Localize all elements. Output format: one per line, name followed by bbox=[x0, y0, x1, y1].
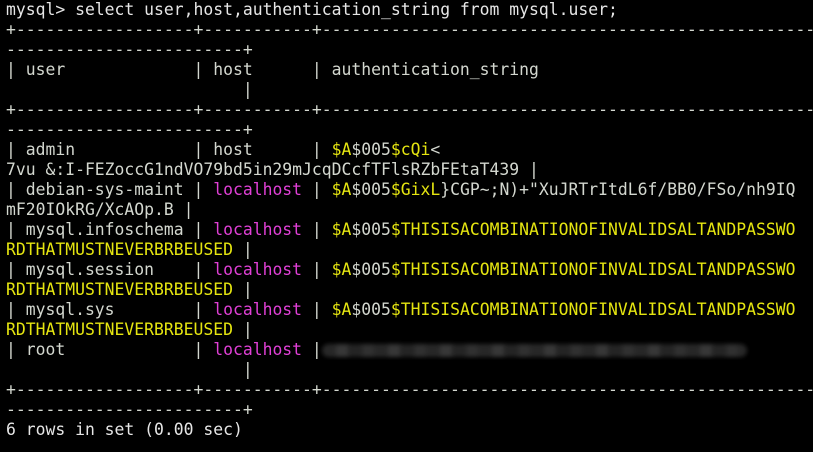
terminal-text-segment: +------------------+-----------+--------… bbox=[6, 20, 813, 39]
terminal-text-segment: ------------------------+ bbox=[6, 40, 253, 59]
terminal-text-segment: RDTHATMUSTNEVERBRBEUSED bbox=[6, 280, 233, 299]
terminal-text-segment: | admin | host | bbox=[6, 140, 332, 159]
terminal-line: mF20IOkRG/XcAOp.B | bbox=[6, 200, 813, 220]
terminal-text-segment: | bbox=[302, 300, 332, 319]
terminal-line: RDTHATMUSTNEVERBRBEUSED | bbox=[6, 280, 813, 300]
terminal-text-segment: | mysql.session | bbox=[6, 260, 214, 279]
terminal-text-segment: | bbox=[232, 280, 253, 299]
terminal-text-segment: localhost bbox=[213, 220, 303, 239]
terminal-text-segment: +------------------+-----------+--------… bbox=[6, 380, 813, 399]
terminal-text-segment: $THISISACOMBINATIONOFINVALIDSALTANDPASSW… bbox=[390, 220, 796, 239]
terminal-text-segment: }CGP~;N)+"XuJRTrItdL6f/BB0/FSo/nh9IQ bbox=[440, 180, 796, 199]
terminal-line: | debian-sys-maint | localhost | $A$005$… bbox=[6, 180, 813, 200]
terminal-line: | admin | host | $A$005$cQi< bbox=[6, 140, 813, 160]
terminal-text-segment: $cQi bbox=[390, 140, 431, 159]
terminal-line: | mysql.sys | localhost | $A$005$THISISA… bbox=[6, 300, 813, 320]
terminal-text-segment: | debian-sys-maint | bbox=[6, 180, 214, 199]
terminal-text-segment: $A bbox=[331, 140, 352, 159]
terminal-line: | mysql.infoschema | localhost | $A$005$… bbox=[6, 220, 813, 240]
terminal-text-segment: mF20IOkRG/XcAOp.B | bbox=[6, 200, 194, 219]
terminal-text-segment: | bbox=[302, 180, 332, 199]
terminal-text-segment: $005 bbox=[351, 300, 391, 319]
terminal-line: | root | localhost | bbox=[6, 340, 813, 360]
terminal-line: 7vu &:I-FEZoccG1ndVO79bd5in29mJcqDCcfTFl… bbox=[6, 160, 813, 180]
terminal-text-segment: mysql> select user,host,authentication_s… bbox=[6, 0, 618, 19]
terminal-line: RDTHATMUSTNEVERBRBEUSED | bbox=[6, 320, 813, 340]
terminal-text-segment: localhost bbox=[213, 340, 303, 359]
terminal-text-segment: $005 bbox=[351, 140, 391, 159]
terminal-text-segment: localhost bbox=[213, 260, 303, 279]
terminal-line: +------------------+-----------+--------… bbox=[6, 380, 813, 400]
terminal-text-segment: 6 rows in set (0.00 sec) bbox=[6, 420, 243, 439]
terminal-text-segment: $THISISACOMBINATIONOFINVALIDSALTANDPASSW… bbox=[390, 300, 796, 319]
terminal-line: | mysql.session | localhost | $A$005$THI… bbox=[6, 260, 813, 280]
terminal-line: | bbox=[6, 360, 813, 380]
terminal-line: mysql> select user,host,authentication_s… bbox=[6, 0, 813, 20]
terminal-line: | bbox=[6, 80, 813, 100]
terminal-text-segment: $A bbox=[331, 260, 352, 279]
terminal-text-segment: RDTHATMUSTNEVERBRBEUSED bbox=[6, 240, 233, 259]
terminal-text-segment: | bbox=[6, 360, 253, 379]
terminal-text-segment: | mysql.infoschema | bbox=[6, 220, 214, 239]
terminal-text-segment: | bbox=[302, 260, 332, 279]
redacted-password-blur bbox=[321, 344, 747, 357]
terminal-window[interactable]: mysql> select user,host,authentication_s… bbox=[0, 0, 813, 452]
terminal-line: ------------------------+ bbox=[6, 400, 813, 420]
terminal-line: ------------------------+ bbox=[6, 40, 813, 60]
terminal-text-segment: | bbox=[302, 220, 332, 239]
terminal-text-segment: +------------------+-----------+--------… bbox=[6, 100, 813, 119]
terminal-text-segment: $THISISACOMBINATIONOFINVALIDSALTANDPASSW… bbox=[390, 260, 796, 279]
terminal-line: ------------------------+ bbox=[6, 120, 813, 140]
terminal-text-segment: $A bbox=[331, 180, 352, 199]
terminal-text-segment: $A bbox=[331, 220, 352, 239]
terminal-text-segment: $005 bbox=[351, 180, 391, 199]
terminal-line: +------------------+-----------+--------… bbox=[6, 20, 813, 40]
terminal-text-segment: | mysql.sys | bbox=[6, 300, 214, 319]
terminal-text-segment: | root | bbox=[6, 340, 214, 359]
terminal-text-segment: $GixL bbox=[390, 180, 441, 199]
terminal-text-segment: $005 bbox=[351, 260, 391, 279]
terminal-line: | user | host | authentication_string bbox=[6, 60, 813, 80]
terminal-text-segment: | bbox=[232, 320, 253, 339]
terminal-text-segment: $005 bbox=[351, 220, 391, 239]
terminal-text-segment: RDTHATMUSTNEVERBRBEUSED bbox=[6, 320, 233, 339]
terminal-text-segment: | bbox=[6, 80, 253, 99]
terminal-text-segment: localhost bbox=[213, 180, 303, 199]
terminal-line: RDTHATMUSTNEVERBRBEUSED | bbox=[6, 240, 813, 260]
terminal-line: +------------------+-----------+--------… bbox=[6, 100, 813, 120]
terminal-text-segment: | bbox=[232, 240, 253, 259]
terminal-text-segment: | user | host | authentication_string bbox=[6, 60, 539, 79]
terminal-text-segment: | bbox=[302, 340, 322, 359]
terminal-text-segment: ------------------------+ bbox=[6, 120, 253, 139]
terminal-text-segment: ------------------------+ bbox=[6, 400, 253, 419]
terminal-text-segment: 7vu &:I-FEZoccG1ndVO79bd5in29mJcqDCcfTFl… bbox=[6, 160, 539, 179]
terminal-text-segment: $A bbox=[331, 300, 352, 319]
terminal-text-segment: localhost bbox=[213, 300, 303, 319]
terminal-text-segment: < bbox=[430, 140, 441, 159]
terminal-line: 6 rows in set (0.00 sec) bbox=[6, 420, 813, 440]
